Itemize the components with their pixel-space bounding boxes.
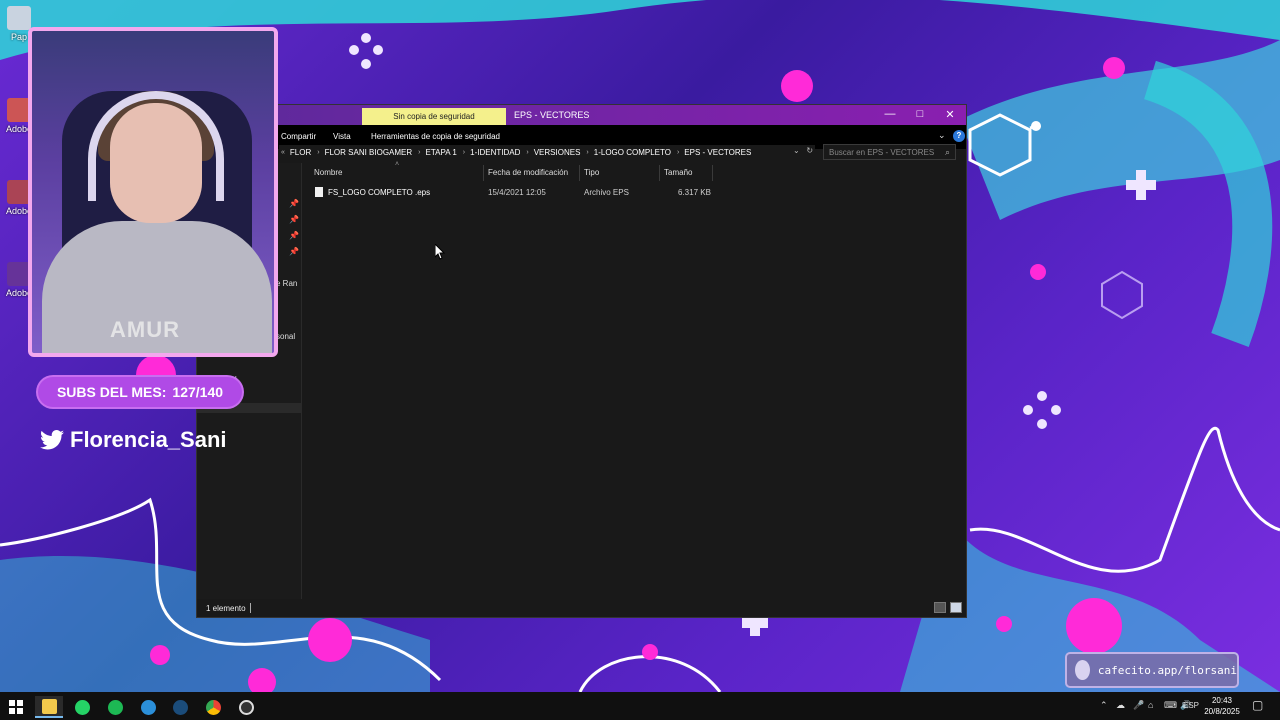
- coffee-cup-icon: [1075, 660, 1090, 680]
- title-bar[interactable]: Sin copia de seguridad EPS - VECTORES — …: [197, 105, 966, 125]
- item-count: 1 elemento: [206, 604, 246, 613]
- taskbar-steam[interactable]: [166, 696, 194, 718]
- file-type: Archivo EPS: [584, 188, 629, 197]
- column-divider[interactable]: [659, 165, 660, 181]
- file-modified: 15/4/2021 12:05: [488, 188, 546, 197]
- twitter-handle: Florencia_Sani: [40, 427, 227, 453]
- breadcrumb-item[interactable]: FLOR SANI BIOGAMER: [325, 148, 413, 157]
- pin-icon[interactable]: 📌: [289, 215, 299, 224]
- chevron-right-icon: ›: [676, 149, 680, 156]
- clock[interactable]: 20:43 20/8/2025: [1198, 695, 1246, 717]
- subs-goal-badge: SUBS DEL MES: 127/140: [38, 377, 242, 407]
- column-divider[interactable]: [579, 165, 580, 181]
- taskbar-chrome[interactable]: [199, 696, 227, 718]
- history-dropdown-icon[interactable]: ⌄: [793, 146, 800, 155]
- taskbar-file-explorer[interactable]: [35, 696, 63, 718]
- pin-icon[interactable]: 📌: [289, 231, 299, 240]
- taskbar: ⌃ ☁ 🎤 ⌂ ⌨ 🔊 ESP 20:43 20/8/2025 ▢: [0, 692, 1280, 720]
- taskbar-spotify[interactable]: [101, 696, 129, 718]
- file-explorer-window: Sin copia de seguridad EPS - VECTORES — …: [197, 105, 966, 617]
- address-bar-breadcrumb[interactable]: « FLOR › FLOR SANI BIOGAMER › ETAPA 1 › 1-I…: [279, 145, 815, 160]
- nav-item-ran[interactable]: e Ran: [276, 279, 297, 288]
- tab-compartir[interactable]: Compartir: [281, 132, 316, 141]
- file-explorer-icon: [41, 698, 57, 714]
- subs-label: SUBS DEL MES:: [56, 384, 167, 400]
- taskbar-edge[interactable]: [134, 696, 162, 718]
- file-row[interactable]: FS_LOGO COMPLETO .eps 15/4/2021 12:05 Ar…: [309, 185, 719, 199]
- pane-divider[interactable]: [301, 163, 302, 599]
- language-indicator[interactable]: ESP: [1183, 701, 1199, 710]
- breadcrumb-item[interactable]: 1-IDENTIDAD: [470, 148, 520, 157]
- obs-icon: [238, 699, 254, 715]
- large-icons-view-button[interactable]: [950, 602, 962, 613]
- column-header-modified[interactable]: Fecha de modificación: [488, 168, 568, 177]
- windows-start-icon: [9, 700, 23, 714]
- cafecito-badge: cafecito.app/florsani: [1065, 652, 1239, 688]
- webcam-feed: AMUR: [28, 27, 278, 357]
- column-header-name[interactable]: Nombre: [314, 168, 342, 177]
- cloud-icon[interactable]: ☁: [1116, 700, 1125, 711]
- pin-icon[interactable]: 📌: [289, 199, 299, 208]
- backup-status-banner: Sin copia de seguridad: [362, 108, 506, 125]
- breadcrumb-overflow-icon[interactable]: «: [281, 149, 285, 156]
- ribbon-expand-chevron-icon[interactable]: ⌄: [938, 130, 946, 141]
- shirt-logo: AMUR: [110, 317, 180, 342]
- start-button[interactable]: [2, 696, 30, 718]
- chevron-right-icon: ›: [462, 149, 466, 156]
- search-input[interactable]: Buscar en EPS - VECTORES ⌕: [823, 144, 956, 160]
- spotify-icon: [107, 699, 123, 715]
- refresh-icon[interactable]: ↻: [806, 146, 813, 155]
- microphone-icon[interactable]: 🎤: [1133, 700, 1144, 711]
- steam-icon: [172, 699, 188, 715]
- edge-icon: [140, 699, 156, 715]
- usb-icon[interactable]: ⌂: [1148, 700, 1153, 710]
- address-tools: ⌄ ↻: [793, 146, 813, 155]
- recycle-bin-icon: [7, 6, 31, 30]
- chevron-right-icon: ›: [418, 149, 421, 156]
- column-header-type[interactable]: Tipo: [584, 168, 599, 177]
- file-name: FS_LOGO COMPLETO .eps: [328, 188, 431, 197]
- twitter-bird-icon: [40, 430, 64, 450]
- breadcrumb-item[interactable]: 1-LOGO COMPLETO: [594, 148, 671, 157]
- tab-vista[interactable]: Vista: [333, 132, 351, 141]
- subs-value: 127/140: [172, 384, 224, 400]
- column-divider[interactable]: [483, 165, 484, 181]
- mouse-cursor-icon: [435, 244, 445, 260]
- taskbar-obs[interactable]: [232, 696, 260, 718]
- maximize-button[interactable]: □: [913, 108, 927, 120]
- file-icon: [315, 187, 323, 197]
- tray-overflow-icon[interactable]: ⌃: [1100, 700, 1108, 711]
- breadcrumb-item[interactable]: VERSIONES: [534, 148, 581, 157]
- status-divider: [250, 603, 251, 613]
- breadcrumb-item[interactable]: FLOR: [290, 148, 311, 157]
- notification-center-icon[interactable]: ▢: [1252, 698, 1263, 712]
- details-view-button[interactable]: [934, 602, 946, 613]
- window-title: EPS - VECTORES: [514, 110, 590, 120]
- whatsapp-icon: [74, 699, 90, 715]
- chrome-icon: [205, 699, 221, 715]
- status-bar: 1 elemento: [197, 599, 966, 617]
- nav-item-personal[interactable]: sonal: [276, 332, 295, 341]
- network-icon[interactable]: ⌨: [1164, 700, 1177, 711]
- chevron-right-icon: ›: [586, 149, 589, 156]
- sort-arrow-icon: ˄: [395, 161, 400, 168]
- column-divider[interactable]: [712, 165, 713, 181]
- help-icon[interactable]: ?: [953, 130, 965, 142]
- close-button[interactable]: ✕: [943, 108, 957, 121]
- pin-icon[interactable]: 📌: [289, 247, 299, 256]
- tab-backup-tools[interactable]: Herramientas de copia de seguridad: [371, 132, 500, 141]
- search-icon: ⌕: [944, 147, 950, 157]
- column-header-size[interactable]: Tamaño: [664, 168, 692, 177]
- chevron-right-icon: ›: [317, 149, 320, 156]
- taskbar-whatsapp[interactable]: [68, 696, 96, 718]
- breadcrumb-item-current[interactable]: EPS - VECTORES: [684, 148, 751, 157]
- minimize-button[interactable]: —: [883, 108, 897, 120]
- breadcrumb-item[interactable]: ETAPA 1: [426, 148, 457, 157]
- file-size: 6.317 KB: [678, 188, 711, 197]
- chevron-right-icon: ›: [526, 149, 529, 156]
